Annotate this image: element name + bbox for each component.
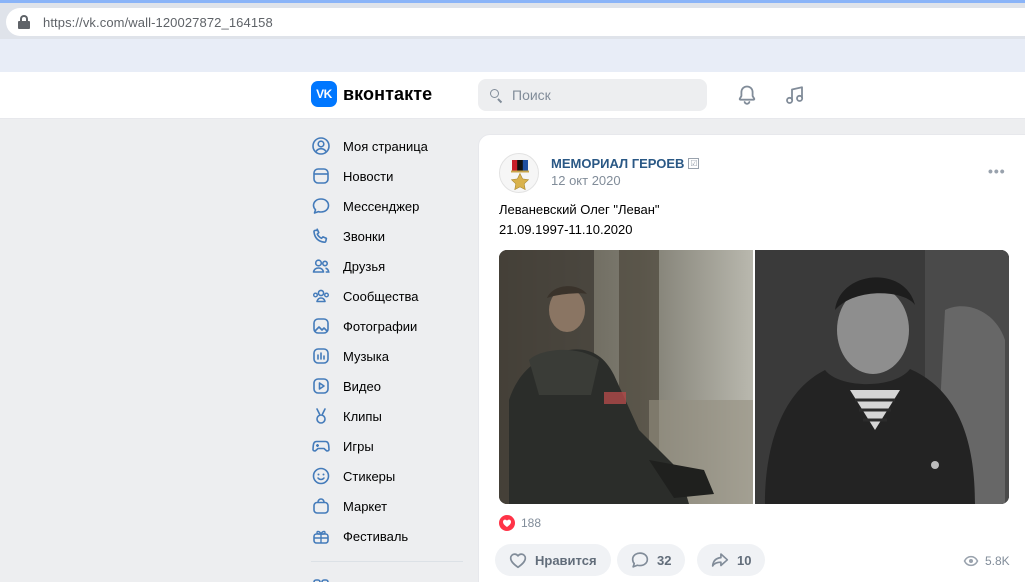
post-date[interactable]: 12 окт 2020 — [551, 173, 621, 188]
likes-count: 188 — [521, 516, 542, 530]
message-icon — [311, 196, 331, 216]
clips-icon — [311, 406, 331, 426]
vk-logo-text: вконтакте — [343, 83, 433, 104]
wall-post: МЕМОРИАЛ ГЕРОЕВ ☑ 12 окт 2020 ••• Леване… — [478, 134, 1025, 582]
nav-label: Маркет — [343, 498, 388, 514]
phone-icon — [311, 226, 331, 246]
nav-label: Игры — [343, 438, 374, 454]
music-icon — [311, 346, 331, 366]
bookmarks-strip — [0, 39, 1025, 72]
shares-count: 10 — [737, 552, 752, 568]
music-note-icon[interactable] — [783, 83, 807, 107]
address-bar[interactable]: https://vk.com/wall-120027872_164158 — [6, 8, 1025, 36]
nav-item-music[interactable]: Музыка — [311, 341, 466, 371]
photo-young-man-portrait — [755, 250, 1009, 504]
verified-icon: ☑ — [688, 158, 700, 169]
vk-header: VK вконтакте — [0, 72, 1025, 119]
lock-icon — [18, 15, 30, 29]
reactions-summary[interactable]: 188 — [499, 515, 541, 531]
nav-item-market[interactable]: Маркет — [311, 491, 466, 521]
nav-item-calls[interactable]: Звонки — [311, 221, 466, 251]
search-icon — [490, 89, 503, 104]
post-author[interactable]: МЕМОРИАЛ ГЕРОЕВ ☑ — [551, 156, 700, 171]
vk-logo[interactable]: VK вконтакте — [311, 81, 432, 107]
eye-icon — [963, 553, 979, 569]
nav-item-stickers[interactable]: Стикеры — [311, 461, 466, 491]
comment-button[interactable]: 32 — [617, 544, 686, 576]
share-button[interactable]: 10 — [697, 544, 766, 576]
bell-icon[interactable] — [735, 83, 759, 107]
nav-item-my-page[interactable]: Моя страница — [311, 131, 466, 161]
nav-item-video[interactable]: Видео — [311, 371, 466, 401]
nav-item-photos[interactable]: Фотографии — [311, 311, 466, 341]
like-button[interactable]: Нравится — [495, 544, 611, 576]
more-options-icon[interactable]: ••• — [988, 163, 1006, 179]
nav-item-communities[interactable]: Сообщества — [311, 281, 466, 311]
video-icon — [311, 376, 331, 396]
user-circle-icon — [311, 136, 331, 156]
nav-label: Моя страница — [343, 138, 428, 154]
hero-star-medal-icon — [510, 160, 530, 191]
views-count: 5.8K — [985, 554, 1010, 568]
comment-icon — [629, 549, 651, 571]
nav-label: Друзья — [343, 258, 386, 274]
left-nav: Моя страница Новости Мессенджер Звонки Д… — [311, 131, 466, 582]
heart-outline-icon — [507, 549, 529, 571]
nav-label: Сообщества — [343, 288, 419, 304]
smile-icon — [311, 466, 331, 486]
views-counter: 5.8K — [963, 553, 1010, 569]
news-icon — [311, 166, 331, 186]
url-text[interactable]: https://vk.com/wall-120027872_164158 — [43, 15, 273, 30]
post-text-line: 21.09.1997-11.10.2020 — [499, 222, 633, 237]
comments-count: 32 — [657, 552, 672, 568]
gamepad-icon — [311, 436, 331, 456]
heart-reaction-icon — [499, 515, 515, 531]
post-text: Леваневский Олег "Леван" 21.09.1997-11.1… — [499, 200, 660, 240]
nav-item-friends[interactable]: Друзья — [311, 251, 466, 281]
nav-label: Мессенджер — [343, 198, 420, 214]
apps-icon — [311, 577, 331, 582]
nav-label: Видео — [343, 378, 381, 394]
nav-item-news[interactable]: Новости — [311, 161, 466, 191]
nav-label: Фестиваль — [343, 528, 409, 544]
nav-item-games[interactable]: Игры — [311, 431, 466, 461]
nav-item-festival[interactable]: Фестиваль — [311, 521, 466, 551]
post-photo-2[interactable] — [755, 250, 1009, 504]
nav-label: Стикеры — [343, 468, 396, 484]
vk-logo-icon: VK — [311, 81, 337, 107]
nav-label: Новости — [343, 168, 394, 184]
nav-divider — [311, 561, 463, 562]
browser-toolbar: https://vk.com/wall-120027872_164158 — [0, 0, 1025, 72]
nav-label: Музыка — [343, 348, 389, 364]
search-box[interactable] — [478, 79, 707, 111]
nav-label: Фотографии — [343, 318, 418, 334]
nav-item-clips[interactable]: Клипы — [311, 401, 466, 431]
group-avatar[interactable] — [499, 153, 539, 193]
communities-icon — [311, 286, 331, 306]
nav-label: Звонки — [343, 228, 385, 244]
like-label: Нравится — [535, 552, 597, 568]
bag-icon — [311, 496, 331, 516]
nav-item-messenger[interactable]: Мессенджер — [311, 191, 466, 221]
photo-icon — [311, 316, 331, 336]
post-text-line: Леваневский Олег "Леван" — [499, 202, 660, 217]
search-input[interactable] — [512, 87, 692, 103]
share-icon — [709, 549, 731, 571]
nav-item-more[interactable] — [311, 572, 466, 582]
author-name[interactable]: МЕМОРИАЛ ГЕРОЕВ — [551, 156, 684, 171]
friends-icon — [311, 256, 331, 276]
nav-label: Клипы — [343, 408, 382, 424]
post-photo-1[interactable] — [499, 250, 753, 504]
photo-soldier-sitting — [499, 250, 753, 504]
gift-icon — [311, 526, 331, 546]
